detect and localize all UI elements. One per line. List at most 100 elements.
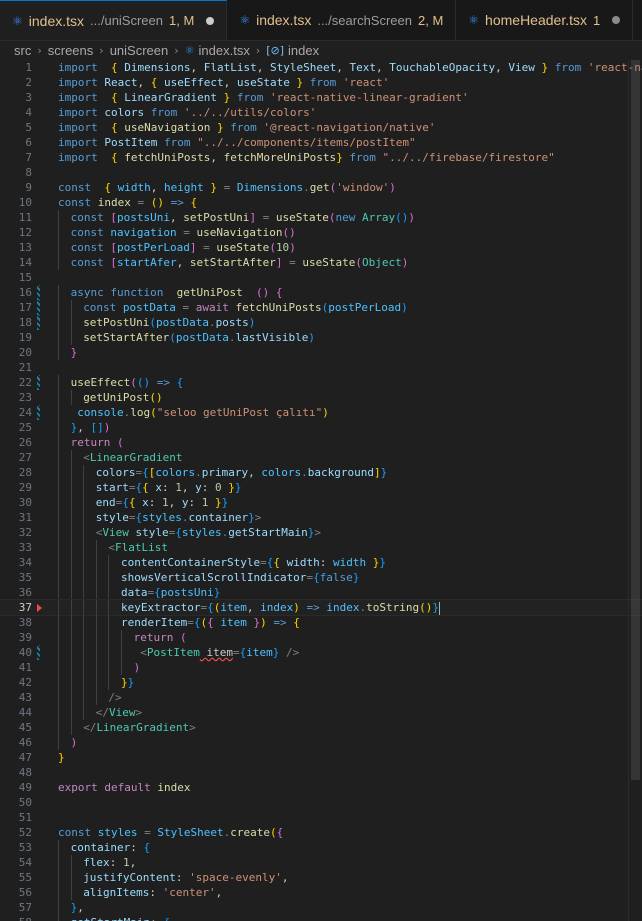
code-line[interactable]: 21 xyxy=(0,360,642,375)
code-token: , xyxy=(210,151,224,164)
code-line[interactable]: 49 export default index xyxy=(0,780,642,795)
code-line[interactable]: 18 setPostUni(postData.posts) xyxy=(0,315,642,330)
breadcrumb-file[interactable]: index.tsx xyxy=(199,43,250,58)
code-line[interactable]: 43 /> xyxy=(0,690,642,705)
code-line[interactable]: 16 async function getUniPost () { xyxy=(0,285,642,300)
code-line[interactable]: 2 import React, { useEffect, useState } f… xyxy=(0,75,642,90)
code-line[interactable]: 7 import { fetchUniPosts, fetchMoreUniPos… xyxy=(0,150,642,165)
breadcrumb-uniscreen[interactable]: uniScreen xyxy=(110,43,169,58)
code-token: ( xyxy=(328,211,336,224)
code-line[interactable]: 12 const navigation = useNavigation() xyxy=(0,225,642,240)
indent-guide xyxy=(121,660,122,675)
breadcrumb-symbol[interactable]: index xyxy=(288,43,319,58)
code-line[interactable]: 17 const postData = await fetchUniPosts(p… xyxy=(0,300,642,315)
code-line[interactable]: 22 useEffect(() => { xyxy=(0,375,642,390)
code-line[interactable]: 34 contentContainerStyle={{ width: width … xyxy=(0,555,642,570)
code-token: index xyxy=(91,196,131,209)
code-line[interactable]: 26 return ( xyxy=(0,435,642,450)
tab-3[interactable]: ⚛ homeHeader.tsx 1 xyxy=(456,0,634,40)
unsaved-dot-icon[interactable] xyxy=(612,16,621,24)
code-line[interactable]: 15 xyxy=(0,270,642,285)
tab-2[interactable]: ⚛ index.tsx .../searchScreen 2, M xyxy=(227,0,457,40)
code-editor[interactable]: 1 import { Dimensions, FlatList, StyleShe… xyxy=(0,60,642,921)
unsaved-dot-icon[interactable] xyxy=(206,16,215,25)
code-line[interactable]: 1 import { Dimensions, FlatList, StyleShe… xyxy=(0,60,642,75)
modified-line-marker[interactable] xyxy=(37,405,40,420)
code-line[interactable]: 9 const { width, height } = Dimensions.ge… xyxy=(0,180,642,195)
code-line[interactable]: 25}, []) xyxy=(0,420,642,435)
code-line[interactable]: 6 import PostItem from "../../components/… xyxy=(0,135,642,150)
scrollbar-thumb[interactable] xyxy=(631,60,640,780)
code-line[interactable]: 8 xyxy=(0,165,642,180)
code-line[interactable]: 51 xyxy=(0,810,642,825)
code-line[interactable]: 52 const styles = StyleSheet.create({ xyxy=(0,825,642,840)
code-line[interactable]: 42}} xyxy=(0,675,642,690)
code-token: = xyxy=(187,616,194,629)
code-line[interactable]: 30 end={{ x: 1, y: 1 }} xyxy=(0,495,642,510)
code-line[interactable]: 29 start={{ x: 1, y: 0 }} xyxy=(0,480,642,495)
code-text: }, []) xyxy=(71,420,111,435)
code-line[interactable]: 27 <LinearGradient xyxy=(0,450,642,465)
code-text: const { width, height } = Dimensions.get… xyxy=(58,180,396,195)
code-text: flex: 1, xyxy=(83,855,136,870)
code-line[interactable]: 10 const index = () => { xyxy=(0,195,642,210)
code-line[interactable]: 39 return ( xyxy=(0,630,642,645)
code-line[interactable]: 5 import { useNavigation } from '@react-n… xyxy=(0,120,642,135)
code-line[interactable]: 24 console.log("seloo getUniPost çalıtı"… xyxy=(0,405,642,420)
code-line[interactable]: 50 xyxy=(0,795,642,810)
code-text: import { Dimensions, FlatList, StyleShee… xyxy=(58,60,642,75)
code-line[interactable]: 40 <PostItem item={item} /> xyxy=(0,645,642,660)
tab-1[interactable]: ⚛ index.tsx .../uniScreen 1, M xyxy=(0,0,228,40)
code-token: TouchableOpacity xyxy=(389,61,496,74)
code-line[interactable]: 3 import { LinearGradient } from 'react-n… xyxy=(0,90,642,105)
code-line[interactable]: 4 import colors from '../../utils/colors' xyxy=(0,105,642,120)
code-line[interactable]: 38 renderItem={({ item }) => { xyxy=(0,615,642,630)
code-line[interactable]: 54 flex: 1, xyxy=(0,855,642,870)
modified-line-marker[interactable] xyxy=(37,315,40,330)
code-line[interactable]: 48 xyxy=(0,765,642,780)
code-text: const postData = await fetchUniPosts(pos… xyxy=(83,300,408,315)
code-line[interactable]: 35 showsVerticalScrollIndicator={false} xyxy=(0,570,642,585)
indent-guide xyxy=(70,300,72,315)
line-number: 27 xyxy=(18,451,32,464)
code-line[interactable]: 41) xyxy=(0,660,642,675)
code-line[interactable]: 28 colors={[colors.primary, colors.backgr… xyxy=(0,465,642,480)
modified-line-marker[interactable] xyxy=(37,645,40,660)
modified-line-marker[interactable] xyxy=(37,300,40,315)
code-line[interactable]: 19 setStartAfter(postData.lastVisible) xyxy=(0,330,642,345)
code-token: from xyxy=(223,121,257,134)
code-line[interactable]: 36 data={postsUni} xyxy=(0,585,642,600)
code-line[interactable]: 55 justifyContent: 'space-evenly', xyxy=(0,870,642,885)
code-line[interactable]: 47} xyxy=(0,750,642,765)
indent-guide xyxy=(83,465,85,480)
breadcrumb-src[interactable]: src xyxy=(14,43,31,58)
indent-guide xyxy=(70,705,72,720)
breadcrumb-screens[interactable]: screens xyxy=(48,43,94,58)
modified-line-marker[interactable] xyxy=(37,375,40,390)
indent-guide xyxy=(108,630,110,645)
code-line[interactable]: 46) xyxy=(0,735,642,750)
code-line[interactable]: 14 const [startAfer, setStartAfter] = use… xyxy=(0,255,642,270)
code-line[interactable]: 20} xyxy=(0,345,642,360)
modified-line-marker[interactable] xyxy=(37,285,40,300)
code-line[interactable]: 37 keyExtractor={(item, index) => index.t… xyxy=(0,599,642,616)
code-line[interactable]: 13 const [postPerLoad] = useState(10) xyxy=(0,240,642,255)
code-line[interactable]: 33 <FlatList xyxy=(0,540,642,555)
indent-guide xyxy=(83,555,85,570)
error-arrow-icon[interactable] xyxy=(37,604,42,612)
code-line[interactable]: 56 alignItems: 'center', xyxy=(0,885,642,900)
code-line[interactable]: 44 </View> xyxy=(0,705,642,720)
vertical-scrollbar[interactable] xyxy=(628,60,642,921)
indent-guide xyxy=(83,690,85,705)
code-token: { xyxy=(111,91,118,104)
code-line[interactable]: 58 getStartMain: { xyxy=(0,915,642,921)
indent-guide xyxy=(83,660,85,675)
code-line[interactable]: 45 </LinearGradient> xyxy=(0,720,642,735)
code-line[interactable]: 32 <View style={styles.getStartMain}> xyxy=(0,525,642,540)
code-line[interactable]: 53 container: { xyxy=(0,840,642,855)
code-line[interactable]: 23 getUniPost() xyxy=(0,390,642,405)
code-line[interactable]: 57}, xyxy=(0,900,642,915)
code-line[interactable]: 11 const [postsUni, setPostUni] = useStat… xyxy=(0,210,642,225)
code-line[interactable]: 31 style={styles.container}> xyxy=(0,510,642,525)
code-token: function xyxy=(103,286,164,299)
